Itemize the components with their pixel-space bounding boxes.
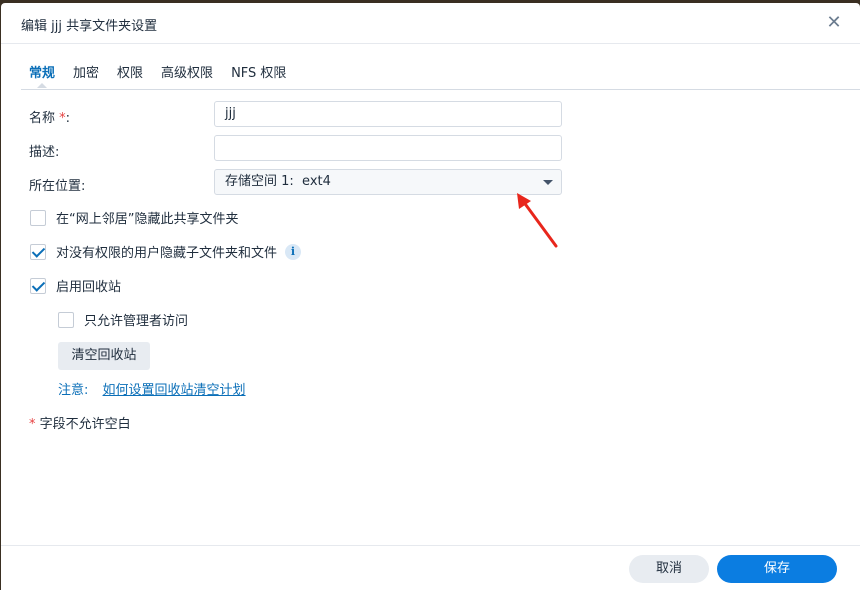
hide-network-label: 在“网上邻居”隐藏此共享文件夹 [56,212,239,227]
note-label: 注意: [58,383,89,398]
name-input[interactable]: jjj [214,101,562,127]
tab-bar: 常规 加密 权限 高级权限 NFS 权限 [29,62,304,88]
footer-divider [1,545,860,546]
annotation-arrow-icon [517,193,558,248]
admin-only-option[interactable]: 只允许管理者访问 [58,310,188,329]
description-label: 描述: [29,145,60,160]
tab-permissions[interactable]: 权限 [117,62,143,88]
close-icon[interactable]: ✕ [824,13,844,33]
tab-advanced-permissions[interactable]: 高级权限 [161,62,213,88]
location-label: 所在位置: [29,179,86,194]
location-value: 存储空间 1: ext4 [225,174,331,189]
info-icon[interactable]: i [285,243,302,260]
recycle-note: 注意: 如何设置回收站清空计划 [58,379,246,398]
save-button[interactable]: 保存 [717,555,837,583]
tab-general[interactable]: 常规 [29,62,55,88]
chevron-down-icon [543,180,553,185]
hide-subfolders-option[interactable]: 对没有权限的用户隐藏子文件夹和文件 i [30,242,302,261]
cancel-button[interactable]: 取消 [629,555,709,583]
tab-encryption[interactable]: 加密 [73,62,99,88]
divider [1,43,860,44]
required-field-note: * 字段不允许空白 [29,417,131,432]
hide-network-checkbox[interactable] [30,209,46,226]
tab-divider [21,89,860,90]
admin-only-label: 只允许管理者访问 [84,314,189,329]
hide-subfolders-checkbox[interactable] [30,243,46,260]
enable-recycle-label: 启用回收站 [56,280,122,295]
tab-nfs-permissions[interactable]: NFS 权限 [231,62,286,88]
description-input[interactable] [214,135,562,161]
hide-network-option[interactable]: 在“网上邻居”隐藏此共享文件夹 [30,208,238,227]
enable-recycle-checkbox[interactable] [30,277,46,294]
empty-recycle-bin-button[interactable]: 清空回收站 [58,342,150,370]
hide-subfolders-label: 对没有权限的用户隐藏子文件夹和文件 [56,246,278,261]
name-label: 名称 *: [29,111,71,126]
dialog-title: 编辑 jjj 共享文件夹设置 [21,19,158,34]
location-select[interactable]: 存储空间 1: ext4 [214,169,562,195]
shared-folder-settings-dialog: 编辑 jjj 共享文件夹设置 ✕ 常规 加密 权限 高级权限 NFS 权限 名称… [1,3,860,590]
recycle-schedule-link[interactable]: 如何设置回收站清空计划 [103,383,246,398]
enable-recycle-option[interactable]: 启用回收站 [30,276,121,295]
admin-only-checkbox[interactable] [58,311,74,328]
